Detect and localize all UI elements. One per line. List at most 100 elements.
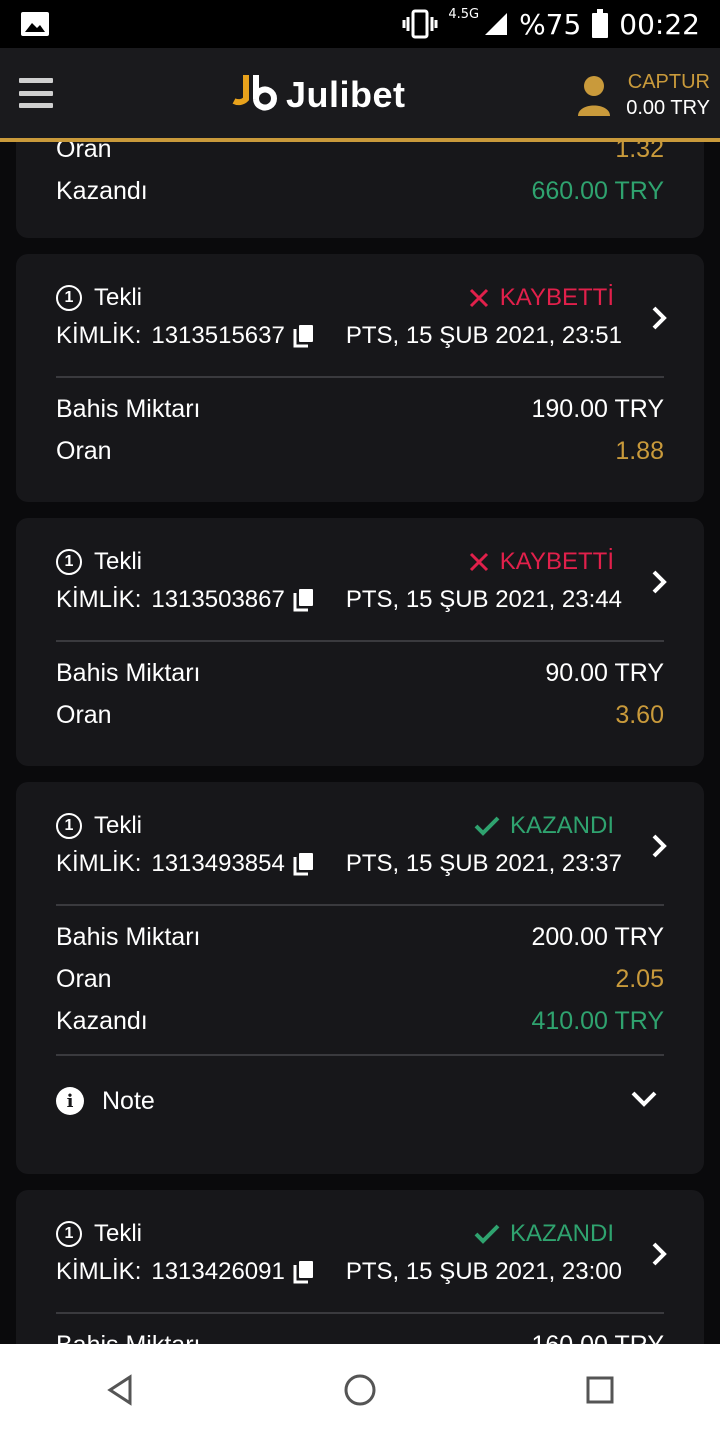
logo-text: Julibet bbox=[286, 74, 406, 115]
bet-id: KİMLİK: 1313503867 bbox=[56, 586, 315, 614]
chevron-right-icon[interactable] bbox=[650, 832, 668, 860]
bet-date: PTS, 15 ŞUB 2021, 23:51 bbox=[345, 322, 622, 349]
hamburger-icon bbox=[19, 78, 53, 108]
stake-value: 160.00 TRY bbox=[531, 1331, 664, 1345]
bet-id: KİMLİK: 1313515637 bbox=[56, 322, 315, 350]
id-label: KİMLİK: bbox=[56, 1258, 142, 1285]
win-row: Kazandı 660.00 TRY bbox=[56, 170, 664, 212]
stake-label: Bahis Miktarı bbox=[56, 394, 201, 423]
home-button[interactable] bbox=[320, 1352, 400, 1432]
odds-value: 1.32 bbox=[615, 142, 664, 163]
recents-icon bbox=[585, 1375, 615, 1410]
status-label: KAZANDI bbox=[509, 812, 614, 839]
stake-value: 200.00 TRY bbox=[531, 922, 664, 951]
status-badge: KAZANDI bbox=[474, 812, 614, 840]
bet-card[interactable]: 1 Tekli KAZANDI KİMLİK: 1313493854 PTS, … bbox=[16, 782, 704, 1174]
win-label: Kazandı bbox=[56, 1006, 148, 1035]
odds-row: Oran 1.88 bbox=[56, 430, 664, 472]
chevron-down-icon[interactable] bbox=[630, 1090, 658, 1108]
odds-label: Oran bbox=[56, 436, 112, 465]
bet-type: 1 Tekli bbox=[56, 284, 142, 312]
stake-row: Bahis Miktarı 190.00 TRY bbox=[56, 388, 664, 430]
bet-count-badge: 1 bbox=[56, 1221, 82, 1247]
win-value: 660.00 TRY bbox=[531, 176, 664, 205]
bet-type-label: Tekli bbox=[94, 548, 143, 575]
id-value: 1313503867 bbox=[151, 586, 285, 613]
bet-card[interactable]: 1 Tekli KAYBETTİ KİMLİK: 1313515637 PTS,… bbox=[16, 254, 704, 502]
bet-type-label: Tekli bbox=[94, 812, 143, 839]
chevron-right-icon[interactable] bbox=[650, 568, 668, 596]
odds-value: 2.05 bbox=[615, 964, 664, 993]
navigation-bar bbox=[0, 1344, 720, 1440]
chevron-right-icon[interactable] bbox=[650, 1240, 668, 1268]
bet-date: PTS, 15 ŞUB 2021, 23:44 bbox=[345, 586, 622, 613]
bet-date: PTS, 15 ŞUB 2021, 23:37 bbox=[345, 850, 622, 877]
stake-label: Bahis Miktarı bbox=[56, 1331, 200, 1345]
chevron-right-icon[interactable] bbox=[650, 304, 668, 332]
logo-mark-icon bbox=[232, 71, 282, 120]
win-value: 410.00 TRY bbox=[531, 1006, 664, 1035]
copy-icon[interactable] bbox=[293, 852, 315, 876]
status-badge: KAYBETTİ bbox=[468, 284, 614, 312]
bet-id: KİMLİK: 1313426091 bbox=[56, 1258, 315, 1286]
battery-percent: %75 bbox=[519, 7, 582, 41]
home-icon bbox=[343, 1373, 377, 1412]
status-badge: KAYBETTİ bbox=[468, 548, 614, 576]
bet-id: KİMLİK: 1313493854 bbox=[56, 850, 315, 878]
menu-button[interactable] bbox=[0, 46, 72, 140]
odds-label: Oran bbox=[56, 964, 112, 993]
back-icon bbox=[106, 1373, 134, 1411]
check-icon bbox=[474, 816, 500, 836]
status-label: KAYBETTİ bbox=[499, 284, 614, 311]
bet-count-badge: 1 bbox=[56, 549, 82, 575]
id-value: 1313426091 bbox=[151, 1258, 285, 1285]
bet-history-list[interactable]: Oran 1.32 Kazandı 660.00 TRY 1 Tekli KAY… bbox=[0, 142, 720, 1344]
id-label: KİMLİK: bbox=[56, 850, 142, 877]
id-value: 1313515637 bbox=[151, 322, 285, 349]
odds-row: Oran 3.60 bbox=[56, 694, 664, 736]
bet-type-label: Tekli bbox=[94, 1220, 143, 1247]
close-icon bbox=[468, 287, 490, 309]
logo[interactable]: Julibet bbox=[232, 70, 406, 120]
odds-row: Oran 1.32 bbox=[56, 142, 664, 170]
stake-label: Bahis Miktarı bbox=[56, 658, 201, 687]
odds-label: Oran bbox=[56, 700, 112, 729]
win-row: Kazandı 410.00 TRY bbox=[56, 1000, 664, 1042]
id-label: KİMLİK: bbox=[56, 322, 142, 349]
bet-type: 1 Tekli bbox=[56, 1220, 142, 1248]
info-icon: i bbox=[56, 1087, 84, 1115]
status-badge: KAZANDI bbox=[474, 1220, 614, 1248]
balance: 0.00 TRY bbox=[626, 97, 710, 119]
stake-value: 190.00 TRY bbox=[531, 394, 664, 423]
back-button[interactable] bbox=[80, 1352, 160, 1432]
stake-value: 90.00 TRY bbox=[545, 658, 664, 687]
stake-row: Bahis Miktarı 200.00 TRY bbox=[56, 916, 664, 958]
copy-icon[interactable] bbox=[293, 324, 315, 348]
username: CAPTUR bbox=[627, 71, 710, 93]
bet-date: PTS, 15 ŞUB 2021, 23:00 bbox=[345, 1258, 622, 1285]
status-label: KAZANDI bbox=[509, 1220, 614, 1247]
bet-card[interactable]: Oran 1.32 Kazandı 660.00 TRY bbox=[16, 142, 704, 238]
note-label: Note bbox=[102, 1086, 155, 1115]
id-label: KİMLİK: bbox=[56, 586, 142, 613]
user-avatar-icon bbox=[576, 74, 612, 116]
odds-value: 3.60 bbox=[615, 700, 664, 729]
status-label: KAYBETTİ bbox=[499, 548, 614, 575]
image-icon bbox=[20, 11, 50, 37]
stake-row: Bahis Miktarı 90.00 TRY bbox=[56, 652, 664, 694]
win-label: Kazandı bbox=[56, 176, 148, 205]
copy-icon[interactable] bbox=[293, 588, 315, 612]
odds-row: Oran 2.05 bbox=[56, 958, 664, 1000]
status-bar: 4.5G %75 00:22 bbox=[0, 0, 720, 48]
vibrate-icon bbox=[402, 9, 438, 39]
bet-card[interactable]: 1 Tekli KAZANDI KİMLİK: 1313426091 PTS, … bbox=[16, 1190, 704, 1344]
bet-count-badge: 1 bbox=[56, 285, 82, 311]
copy-icon[interactable] bbox=[293, 1260, 315, 1284]
recents-button[interactable] bbox=[560, 1352, 640, 1432]
note-toggle[interactable]: i Note bbox=[16, 1056, 704, 1146]
user-account[interactable]: CAPTUR 0.00 TRY bbox=[576, 48, 710, 142]
bet-type: 1 Tekli bbox=[56, 548, 142, 576]
battery-icon bbox=[591, 9, 609, 39]
bet-card[interactable]: 1 Tekli KAYBETTİ KİMLİK: 1313503867 PTS,… bbox=[16, 518, 704, 766]
bet-count-badge: 1 bbox=[56, 813, 82, 839]
